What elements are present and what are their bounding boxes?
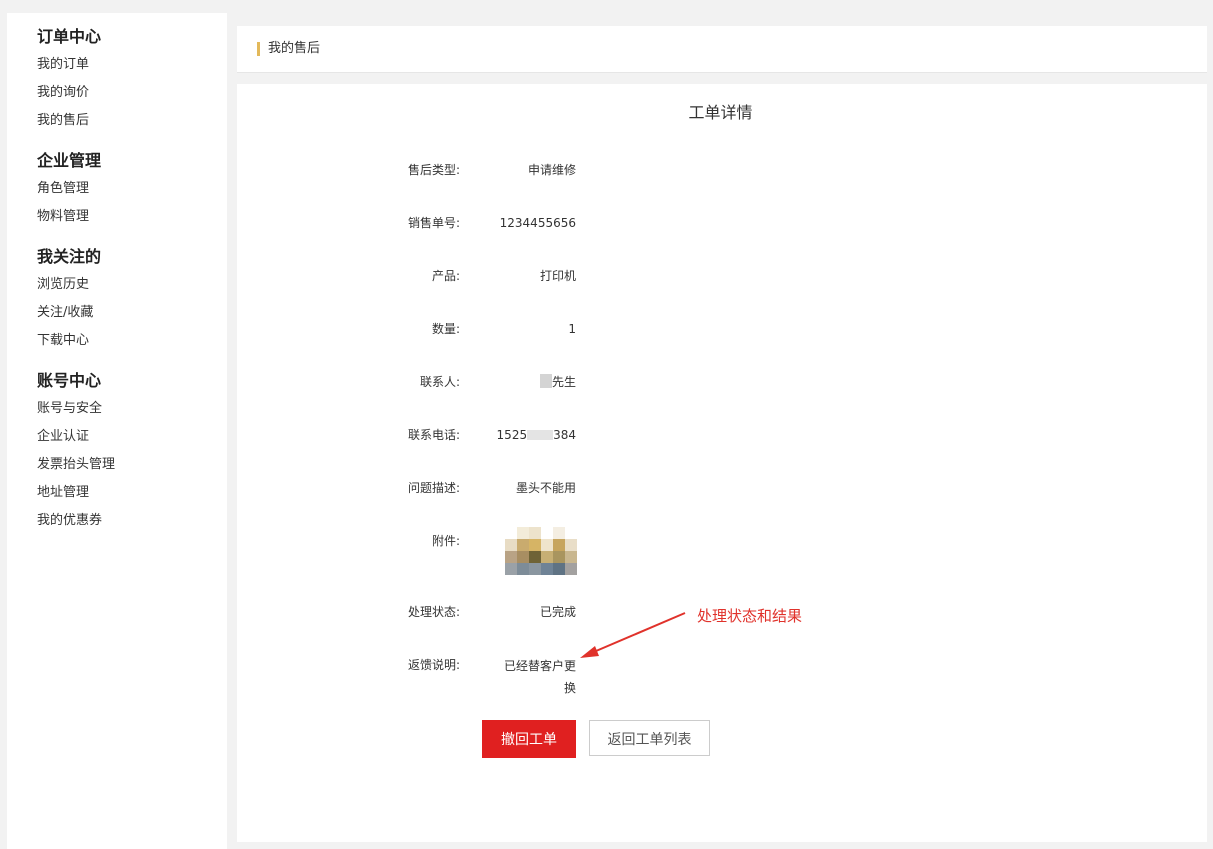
nav-group-title: 企业管理 [37, 151, 102, 170]
detail-row-product: 产品: 打印机 [237, 266, 1207, 286]
detail-row-type: 售后类型: 申请维修 [237, 160, 1207, 180]
sidebar-item-address-management[interactable]: 地址管理 [37, 479, 115, 507]
annotation-arrow-head [580, 646, 599, 658]
nav-group-enterprise: 企业管理 角色管理 物料管理 [7, 149, 101, 231]
nav-group-order-center: 订单中心 我的订单 我的询价 我的售后 [7, 25, 101, 135]
field-value: 1234455656 [499, 216, 576, 230]
nav-group-title: 我关注的 [37, 247, 102, 266]
field-label: 联系人: [419, 375, 460, 389]
nav-group-following: 我关注的 浏览历史 关注/收藏 下载中心 [7, 245, 101, 355]
detail-row-quantity: 数量: 1 [237, 319, 1207, 339]
field-label: 数量: [431, 322, 460, 336]
detail-row-attachment: 附件: [237, 531, 1207, 551]
field-value: 墨头不能用 [515, 481, 576, 495]
sidebar-item-enterprise-certification[interactable]: 企业认证 [37, 423, 115, 451]
detail-row-feedback: 返馈说明: 已经替客户更 换 [237, 655, 1207, 699]
sidebar-item-invoice-title[interactable]: 发票抬头管理 [37, 451, 115, 479]
nav-group-title: 订单中心 [37, 27, 102, 46]
sidebar-item-material-management[interactable]: 物料管理 [37, 203, 101, 231]
field-label: 问题描述: [407, 481, 460, 495]
sidebar-item-favorites[interactable]: 关注/收藏 [37, 299, 101, 327]
annotation-arrow-line [588, 612, 686, 655]
back-to-ticket-list-button[interactable]: 返回工单列表 [589, 720, 710, 756]
field-label: 销售单号: [407, 216, 460, 230]
nav-group-account: 账号中心 账号与安全 企业认证 发票抬头管理 地址管理 我的优惠券 [7, 369, 115, 535]
detail-row-contact: 联系人: 先生 [237, 372, 1207, 392]
sidebar-item-my-orders[interactable]: 我的订单 [37, 51, 101, 79]
sidebar-item-my-coupons[interactable]: 我的优惠券 [37, 507, 115, 535]
sidebar: 订单中心 我的订单 我的询价 我的售后 企业管理 角色管理 物料管理 我关注的 … [7, 13, 227, 849]
detail-row-description: 问题描述: 墨头不能用 [237, 478, 1207, 498]
field-label: 附件: [431, 534, 460, 548]
field-value: 打印机 [539, 269, 576, 283]
sidebar-item-account-security[interactable]: 账号与安全 [37, 395, 115, 423]
attachment-thumbnail[interactable] [505, 527, 577, 577]
field-value: 已完成 [539, 605, 576, 619]
field-label: 处理状态: [407, 605, 460, 619]
page-title: 工单详情 [688, 103, 753, 122]
breadcrumb: 我的售后 [237, 26, 1207, 73]
field-label: 返馈说明: [407, 658, 460, 672]
redaction-blur [539, 374, 552, 388]
field-value: 申请维修 [527, 163, 576, 177]
sidebar-item-my-after-sales[interactable]: 我的售后 [37, 107, 101, 135]
ticket-detail-panel: 工单详情 售后类型: 申请维修 销售单号: 1234455656 产品: 打印机… [237, 84, 1207, 842]
detail-row-phone: 联系电话: 1525 384 [237, 425, 1207, 445]
redaction-blur [527, 430, 554, 440]
sidebar-item-download-center[interactable]: 下载中心 [37, 327, 101, 355]
field-label: 售后类型: [407, 163, 460, 177]
withdraw-ticket-button[interactable]: 撤回工单 [482, 720, 576, 758]
breadcrumb-marker [257, 42, 260, 56]
field-value: 已经替客户更 换 [503, 659, 576, 695]
breadcrumb-current: 我的售后 [268, 41, 321, 56]
nav-group-title: 账号中心 [37, 371, 102, 390]
field-value: 先生 [456, 372, 576, 392]
detail-row-sales-no: 销售单号: 1234455656 [237, 213, 1207, 233]
field-label: 产品: [431, 269, 460, 283]
annotation-label: 处理状态和结果 [697, 607, 803, 625]
annotation-arrow-icon [580, 612, 686, 658]
field-value: 1525 384 [496, 428, 576, 442]
sidebar-item-browse-history[interactable]: 浏览历史 [37, 271, 101, 299]
sidebar-item-my-inquiries[interactable]: 我的询价 [37, 79, 101, 107]
field-value: 1 [568, 322, 576, 336]
sidebar-item-role-management[interactable]: 角色管理 [37, 175, 101, 203]
